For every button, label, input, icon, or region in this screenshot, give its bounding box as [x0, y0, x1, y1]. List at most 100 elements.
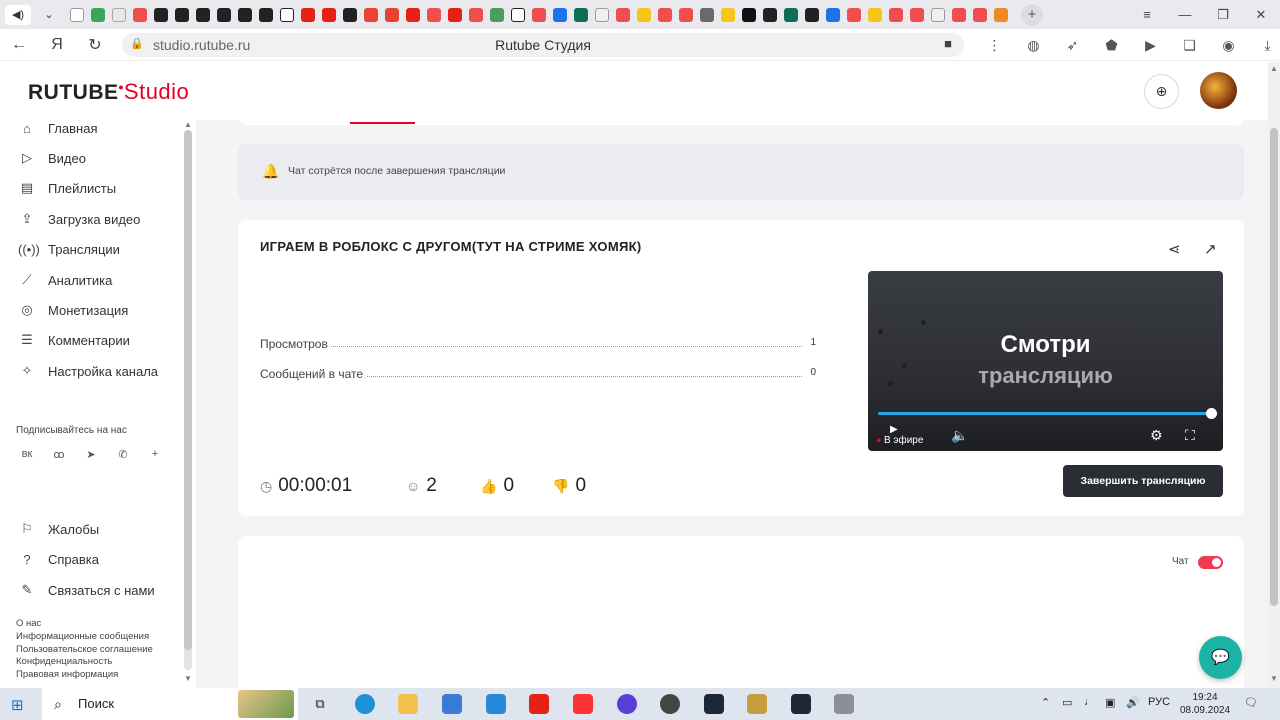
page-scroll-up-icon[interactable]: ▲ [1268, 64, 1280, 73]
browser-tab[interactable] [846, 7, 861, 22]
sidebar-item-analytics[interactable]: ⟋ Аналитика [0, 269, 180, 291]
browser-tab[interactable] [342, 7, 357, 22]
reload-icon[interactable]: ↻ [76, 35, 114, 55]
browser-tab[interactable] [426, 7, 441, 22]
share-icon[interactable]: ⋖ [1168, 240, 1181, 258]
video-player[interactable]: Смотри трансляцию ▶ ● В эфире 🔈 ⚙ ⛶ [868, 271, 1223, 451]
end-broadcast-button[interactable]: Завершить трансляцию [1063, 465, 1223, 497]
vk-icon[interactable]: вк [15, 448, 39, 468]
browser-tab[interactable] [132, 7, 147, 22]
odnoklassniki-icon[interactable]: ꝏ [47, 448, 71, 468]
yandex-icon[interactable]: Я [38, 36, 76, 54]
browser-tab[interactable] [867, 7, 882, 22]
tab-audio-icon[interactable]: ◀) [5, 4, 31, 25]
browser-tab[interactable] [804, 7, 819, 22]
browser-tab[interactable] [321, 7, 336, 22]
fullscreen-icon[interactable]: ⛶ [1185, 427, 1195, 444]
page-scrollbar[interactable]: ▲ ▼ [1268, 62, 1280, 688]
rocket-icon[interactable]: ➶ [1053, 37, 1092, 54]
page-scroll-thumb[interactable] [1270, 128, 1278, 606]
yandex-icon[interactable] [573, 694, 593, 714]
browser-tab[interactable] [951, 7, 966, 22]
tray-network-icon[interactable]: ▣ [1105, 696, 1115, 709]
scroll-up-icon[interactable]: ▲ [182, 120, 194, 129]
sidebar-item-video[interactable]: ▷ Видео [0, 147, 180, 169]
browser-tab[interactable] [174, 7, 189, 22]
tray-volume-icon[interactable]: 🔊 [1126, 696, 1140, 709]
sidebar-item-broadcasts[interactable]: ((•)) Трансляции [0, 238, 180, 260]
browser-tab-active[interactable] [279, 7, 294, 22]
minimize-icon[interactable]: — [1166, 7, 1204, 22]
volume-icon[interactable]: 🔈 [951, 427, 968, 444]
steam-icon[interactable] [704, 694, 724, 714]
sidebar-item-upload[interactable]: ⇪ Загрузка видео [0, 208, 180, 230]
tray-device-icon[interactable]: ▭ [1062, 696, 1072, 709]
browser-tab[interactable] [510, 7, 525, 22]
browser-tab[interactable] [930, 7, 945, 22]
viber-icon[interactable]: ✆ [111, 448, 135, 468]
player-progress-knob[interactable] [1206, 408, 1217, 419]
media-icon[interactable]: ▶ [1131, 37, 1170, 54]
back-icon[interactable]: ← [0, 36, 38, 54]
steam-alt-icon[interactable] [791, 694, 811, 714]
browser-tab[interactable] [678, 7, 693, 22]
globe-icon[interactable]: ◍ [1014, 37, 1053, 54]
browser-tab[interactable] [216, 7, 231, 22]
yandex-browser-icon[interactable] [529, 694, 549, 714]
tray-chevron-icon[interactable]: ⌃ [1041, 696, 1050, 709]
game-launcher-icon[interactable] [747, 694, 767, 714]
bookmark-icon[interactable]: ■ [944, 36, 952, 51]
sidebar-item-playlists[interactable]: ▤ Плейлисты [0, 177, 180, 199]
chat-toggle[interactable] [1198, 556, 1223, 569]
browser-tab[interactable] [69, 7, 84, 22]
footer-link[interactable]: Правовая информация [16, 669, 153, 682]
browser-tab[interactable] [720, 7, 735, 22]
menu-icon[interactable]: ≡ [1128, 7, 1166, 22]
browser-tab[interactable] [552, 7, 567, 22]
rutube-studio-logo[interactable]: RUTUBE•Studio [28, 79, 189, 105]
sidebar-scrollbar[interactable]: ▲ ▼ [182, 120, 194, 688]
browser-tab[interactable] [468, 7, 483, 22]
notifications-icon[interactable]: 🗨 [1244, 696, 1258, 709]
sidebar-scroll-thumb[interactable] [184, 130, 192, 650]
more-social-icon[interactable]: + [143, 448, 167, 468]
tray-mic-icon[interactable]: ♩ [1084, 696, 1095, 708]
downloads-icon[interactable]: ⤓ [1248, 37, 1280, 54]
browser-tab[interactable] [258, 7, 273, 22]
sidebar-item-comments[interactable]: ☰ Комментарии [0, 329, 180, 351]
sidebar-item-contact[interactable]: ✎ Связаться с нами [0, 579, 180, 601]
sidebar-item-monetization[interactable]: ◎ Монетизация [0, 299, 180, 321]
browser-tab[interactable] [447, 7, 462, 22]
edge-icon[interactable] [355, 694, 375, 714]
browser-tab[interactable] [825, 7, 840, 22]
page-scroll-down-icon[interactable]: ▼ [1268, 674, 1280, 683]
add-video-button[interactable]: ⊕ [1144, 74, 1179, 109]
discord-icon[interactable] [617, 694, 637, 714]
browser-tab[interactable] [300, 7, 315, 22]
browser-tab[interactable] [573, 7, 588, 22]
more-icon[interactable]: ⋮ [975, 37, 1014, 54]
footer-link[interactable]: Конфиденциальность [16, 656, 153, 669]
store-icon[interactable] [442, 694, 462, 714]
browser-tab[interactable] [195, 7, 210, 22]
browser-tab[interactable] [699, 7, 714, 22]
taskbar-search[interactable]: ⌕ Поиск [42, 688, 298, 720]
browser-tab[interactable] [153, 7, 168, 22]
browser-tab[interactable] [993, 7, 1008, 22]
footer-link[interactable]: Информационные сообщения [16, 631, 153, 644]
url-field[interactable]: 🔒 studio.rutube.ru Rutube Студия ■ [122, 33, 964, 57]
profile-icon[interactable]: ◉ [1209, 37, 1248, 54]
play-icon[interactable]: ▶ [890, 424, 898, 435]
obs-icon[interactable] [660, 694, 680, 714]
browser-tab[interactable] [762, 7, 777, 22]
restore-icon[interactable]: ❐ [1204, 7, 1242, 23]
app-icon[interactable] [834, 694, 854, 714]
player-progress-bar[interactable] [878, 412, 1212, 415]
browser-tab[interactable] [594, 7, 609, 22]
footer-link[interactable]: О нас [16, 618, 153, 631]
collections-icon[interactable]: ❏ [1170, 37, 1209, 54]
footer-link[interactable]: Пользовательское соглашение [16, 644, 153, 657]
browser-tab[interactable] [741, 7, 756, 22]
browser-tab[interactable] [363, 7, 378, 22]
browser-tab[interactable] [909, 7, 924, 22]
